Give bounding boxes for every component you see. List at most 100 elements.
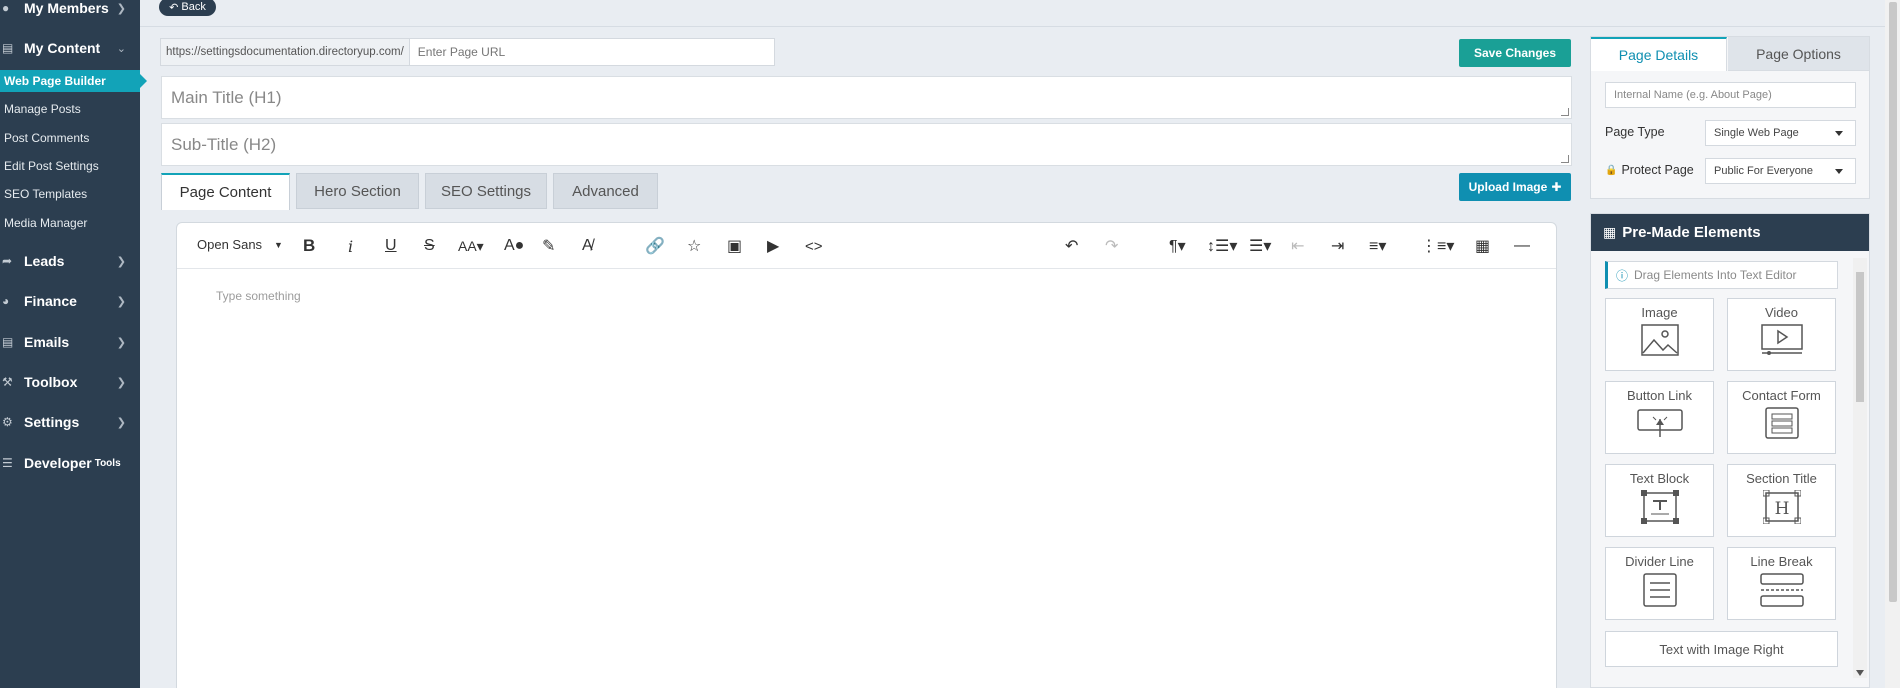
premade-elements-header: ▦ Pre-Made Elements bbox=[1591, 214, 1869, 251]
heading-icon: H bbox=[1762, 490, 1801, 524]
font-size-icon[interactable]: AA▾ bbox=[458, 236, 484, 256]
tab-page-content[interactable]: Page Content bbox=[161, 173, 290, 210]
page-url-input[interactable] bbox=[409, 39, 774, 65]
divider bbox=[140, 26, 1900, 27]
indent-icon[interactable]: ⇥ bbox=[1331, 236, 1344, 256]
page-scrollbar-thumb[interactable] bbox=[1889, 2, 1897, 602]
save-changes-button[interactable]: Save Changes bbox=[1459, 39, 1571, 67]
sidebar-item-emails[interactable]: ▤ Emails ❯ bbox=[0, 330, 140, 354]
element-divider-line[interactable]: Divider Line bbox=[1605, 547, 1714, 620]
main-title-placeholder: Main Title (H1) bbox=[171, 87, 282, 107]
resize-handle-icon[interactable] bbox=[1561, 108, 1569, 116]
chevron-down-icon: ⌄ bbox=[116, 42, 126, 55]
scrollbar-thumb[interactable] bbox=[1856, 272, 1864, 402]
undo-icon[interactable]: ↶ bbox=[1065, 236, 1078, 256]
element-button-link[interactable]: Button Link bbox=[1605, 381, 1714, 454]
redo-icon[interactable]: ↷ bbox=[1105, 236, 1118, 256]
link-icon[interactable]: 🔗 bbox=[645, 236, 665, 256]
italic-icon[interactable]: i bbox=[348, 236, 353, 256]
premade-elements-title: Pre-Made Elements bbox=[1622, 224, 1761, 241]
bold-icon[interactable]: B bbox=[303, 236, 315, 256]
element-label: Video bbox=[1764, 305, 1798, 320]
sidebar-item-web-page-builder[interactable]: Web Page Builder bbox=[0, 70, 147, 92]
page-type-select[interactable]: Single Web Page bbox=[1705, 120, 1856, 146]
resize-handle-icon[interactable] bbox=[1561, 155, 1569, 163]
video-icon[interactable]: ▶ bbox=[767, 236, 779, 256]
align-icon[interactable]: ☰▾ bbox=[1249, 236, 1271, 256]
back-button[interactable]: ↶ Back bbox=[159, 0, 216, 16]
members-icon: ● bbox=[2, 1, 10, 15]
sidebar-item-settings[interactable]: ⚙ Settings ❯ bbox=[0, 410, 140, 434]
sidebar-item-label: Finance bbox=[24, 293, 77, 309]
tab-page-options[interactable]: Page Options bbox=[1728, 37, 1869, 71]
element-label: Image bbox=[1641, 305, 1678, 320]
rich-text-editor: Open Sans ▼ B i U S AA▾ A● ✎ A̸ 🔗 ☆ ▣ ▶ … bbox=[176, 222, 1557, 688]
sidebar-item-edit-post-settings[interactable]: Edit Post Settings bbox=[0, 155, 140, 177]
form-icon bbox=[1764, 407, 1799, 439]
premade-scrollbar[interactable] bbox=[1853, 258, 1867, 678]
element-video[interactable]: Video bbox=[1727, 298, 1836, 371]
sidebar-item-manage-posts[interactable]: Manage Posts bbox=[0, 98, 140, 120]
tab-page-details[interactable]: Page Details bbox=[1591, 37, 1727, 71]
horizontal-line-icon[interactable]: — bbox=[1514, 236, 1530, 256]
folder-open-icon: ▤ bbox=[2, 41, 14, 55]
chevron-right-icon: ❯ bbox=[116, 416, 126, 429]
page-details-panel: Page Details Page Options Internal Name … bbox=[1590, 36, 1870, 199]
strikethrough-icon[interactable]: S bbox=[424, 236, 435, 256]
protect-page-select[interactable]: Public For Everyone bbox=[1705, 158, 1856, 184]
main-title-input[interactable]: Main Title (H1) bbox=[161, 76, 1572, 119]
line-break-icon bbox=[1759, 573, 1804, 607]
wrench-icon: ⚒ bbox=[2, 375, 13, 389]
sidebar-item-media-manager[interactable]: Media Manager bbox=[0, 212, 140, 234]
sub-title-input[interactable]: Sub-Title (H2) bbox=[161, 123, 1572, 166]
ordered-list-icon[interactable]: ≡▾ bbox=[1369, 236, 1386, 256]
element-text-with-image-right[interactable]: Text with Image Right bbox=[1605, 631, 1838, 667]
highlight-brush-icon[interactable]: ✎ bbox=[542, 236, 555, 256]
page-url-field: https://settingsdocumentation.directoryu… bbox=[160, 38, 775, 66]
element-text-block[interactable]: Text Block bbox=[1605, 464, 1714, 537]
sidebar-item-developer-tools[interactable]: ☰ Developer Tools bbox=[0, 451, 140, 475]
sidebar-item-sublabel: Tools bbox=[94, 457, 121, 469]
sidebar-item-seo-templates[interactable]: SEO Templates bbox=[0, 183, 140, 205]
image-icon[interactable]: ▣ bbox=[727, 236, 742, 256]
sidebar-item-finance[interactable]: ◕ Finance ❯ bbox=[0, 289, 140, 313]
sidebar-item-label: My Members bbox=[24, 0, 109, 16]
font-family-select[interactable]: Open Sans ▼ bbox=[197, 237, 283, 252]
pie-chart-icon: ◕ bbox=[2, 294, 10, 308]
element-contact-form[interactable]: Contact Form bbox=[1727, 381, 1836, 454]
clear-formatting-icon[interactable]: A̸ bbox=[582, 236, 593, 256]
element-label: Section Title bbox=[1746, 471, 1817, 486]
protect-page-label: 🔒 Protect Page bbox=[1605, 163, 1694, 177]
page-scrollbar[interactable] bbox=[1885, 0, 1900, 688]
share-icon: ➦ bbox=[2, 254, 13, 268]
sidebar-item-toolbox[interactable]: ⚒ Toolbox ❯ bbox=[0, 370, 140, 394]
scroll-down-arrow-icon[interactable] bbox=[1856, 670, 1864, 676]
line-height-icon[interactable]: ↕☰▾ bbox=[1207, 236, 1237, 256]
tab-hero-section[interactable]: Hero Section bbox=[296, 173, 419, 209]
star-icon[interactable]: ☆ bbox=[687, 236, 701, 256]
sidebar-item-my-members[interactable]: ● My Members ❯ bbox=[0, 0, 140, 20]
internal-name-input[interactable]: Internal Name (e.g. About Page) bbox=[1605, 82, 1856, 108]
code-view-icon[interactable]: <> bbox=[805, 236, 823, 256]
element-label: Button Link bbox=[1626, 388, 1693, 403]
element-line-break[interactable]: Line Break bbox=[1727, 547, 1836, 620]
upload-image-button[interactable]: Upload Image ✚ bbox=[1459, 173, 1571, 201]
sidebar-item-leads[interactable]: ➦ Leads ❯ bbox=[0, 249, 140, 273]
tab-seo-settings[interactable]: SEO Settings bbox=[425, 173, 547, 209]
paragraph-format-icon[interactable]: ¶▾ bbox=[1169, 236, 1186, 256]
svg-text:H: H bbox=[1774, 499, 1789, 519]
sidebar-item-post-comments[interactable]: Post Comments bbox=[0, 127, 140, 149]
unordered-list-icon[interactable]: ⋮≡▾ bbox=[1421, 236, 1454, 256]
underline-icon[interactable]: U bbox=[385, 236, 397, 256]
editor-placeholder[interactable]: Type something bbox=[216, 289, 301, 303]
image-icon bbox=[1640, 324, 1679, 356]
outdent-icon[interactable]: ⇤ bbox=[1291, 236, 1304, 256]
table-icon[interactable]: ▦ bbox=[1475, 236, 1490, 256]
chevron-right-icon: ❯ bbox=[116, 295, 126, 308]
element-section-title[interactable]: Section Title H bbox=[1727, 464, 1836, 537]
element-image[interactable]: Image bbox=[1605, 298, 1714, 371]
text-color-icon[interactable]: A● bbox=[504, 236, 524, 256]
tab-advanced[interactable]: Advanced bbox=[553, 173, 658, 209]
caret-down-icon bbox=[1835, 169, 1843, 174]
sidebar-item-my-content[interactable]: ▤ My Content ⌄ bbox=[0, 36, 140, 60]
